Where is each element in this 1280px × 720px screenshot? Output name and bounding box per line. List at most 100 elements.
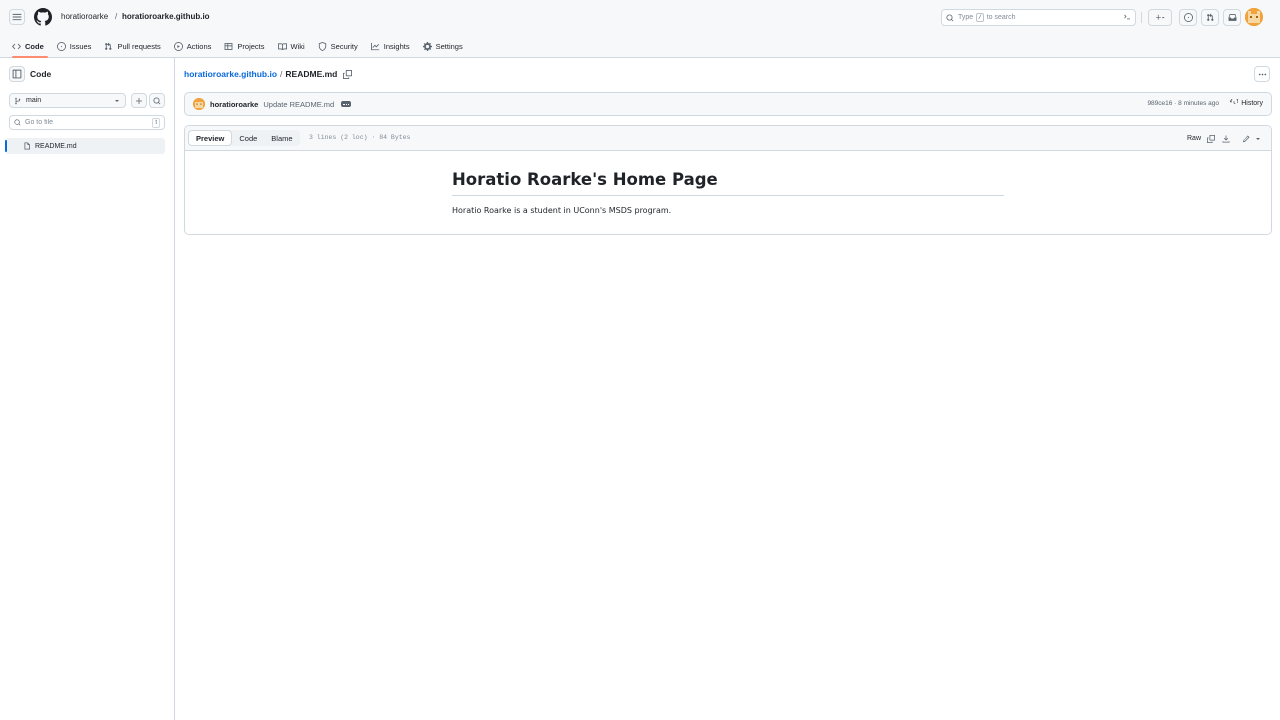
user-avatar[interactable] xyxy=(1245,8,1263,26)
search-icon xyxy=(14,119,21,126)
branch-selector[interactable]: main xyxy=(9,93,126,108)
gear-icon xyxy=(422,41,432,51)
tab-wiki[interactable]: Wiki xyxy=(277,34,311,58)
git-pull-request-icon xyxy=(104,42,113,51)
commit-author-avatar[interactable] xyxy=(193,98,205,110)
history-button[interactable]: History xyxy=(1230,99,1263,107)
github-logo-icon[interactable] xyxy=(34,8,52,26)
raw-button[interactable]: Raw xyxy=(1183,132,1205,145)
search-files-button[interactable] xyxy=(149,93,165,108)
sidebar-collapse-icon xyxy=(12,69,22,79)
preview-tab[interactable]: Preview xyxy=(188,130,233,146)
edit-options-button[interactable] xyxy=(1253,132,1263,145)
inbox-button[interactable] xyxy=(1223,9,1241,26)
git-pull-request-icon xyxy=(1206,13,1213,21)
expand-commit-button[interactable] xyxy=(341,101,352,107)
tab-issues-label: Issues xyxy=(69,41,92,51)
readme-heading: Horatio Roarke's Home Page xyxy=(452,170,1004,196)
view-mode-toggle: Preview Code Blame xyxy=(188,130,300,146)
issue-opened-icon xyxy=(1183,13,1193,22)
tab-issues[interactable]: Issues xyxy=(56,34,98,58)
tab-insights[interactable]: Insights xyxy=(370,34,416,58)
create-new-button[interactable] xyxy=(1148,9,1172,26)
shield-icon xyxy=(318,41,327,51)
latest-commit-bar: horatioroarke Update README.md 989ce16 ·… xyxy=(184,92,1272,116)
tab-projects[interactable]: Projects xyxy=(224,34,270,58)
file-tree-sidebar: Code main t README.md xyxy=(0,58,175,720)
breadcrumb-separator: / xyxy=(115,12,118,21)
tab-pull-requests-label: Pull requests xyxy=(117,41,161,51)
graph-icon xyxy=(370,42,380,51)
triangle-down-icon xyxy=(1256,137,1260,140)
go-to-file-field[interactable]: t xyxy=(9,115,165,130)
app-header: horatioroarke / horatioroarke.github.io … xyxy=(0,0,1280,58)
blame-tab[interactable]: Blame xyxy=(264,130,299,146)
triangle-down-icon xyxy=(113,97,121,105)
tab-insights-label: Insights xyxy=(383,41,410,51)
repo-link[interactable]: horatioroarke.github.io xyxy=(122,12,210,21)
inbox-icon xyxy=(1228,14,1236,21)
breadcrumb-repo-link[interactable]: horatioroarke.github.io xyxy=(184,69,277,79)
edit-file-button[interactable] xyxy=(1239,132,1252,145)
add-file-button[interactable] xyxy=(131,93,147,108)
copy-raw-button[interactable] xyxy=(1204,132,1217,145)
table-icon xyxy=(224,42,233,51)
pull-requests-button[interactable] xyxy=(1201,9,1219,26)
commit-meta[interactable]: 989ce16 · 8 minutes ago xyxy=(1147,100,1219,107)
plus-dropdown-icon xyxy=(1155,14,1165,20)
tab-settings-label: Settings xyxy=(435,41,463,51)
hamburger-icon xyxy=(12,13,22,21)
play-icon xyxy=(173,41,183,51)
search-placeholder: Type / to search xyxy=(958,13,1016,22)
file-info: 3 lines (2 loc) · 84 Bytes xyxy=(309,134,411,141)
file-icon xyxy=(23,142,31,150)
pencil-icon xyxy=(1242,135,1249,142)
code-tab[interactable]: Code xyxy=(232,130,264,146)
global-bar: horatioroarke / horatioroarke.github.io … xyxy=(0,0,1280,34)
tab-settings[interactable]: Settings xyxy=(422,34,469,58)
tree-item-label: README.md xyxy=(35,142,77,150)
readme-content: Horatio Roarke's Home Page Horatio Roark… xyxy=(452,170,1004,215)
search-icon xyxy=(946,14,954,22)
owner-link[interactable]: horatioroarke xyxy=(61,12,108,21)
code-icon xyxy=(12,42,21,51)
command-palette-icon[interactable] xyxy=(1123,13,1131,21)
issues-button[interactable] xyxy=(1179,9,1197,26)
tab-projects-label: Projects xyxy=(237,41,265,51)
git-branch-icon xyxy=(14,97,22,105)
menu-button[interactable] xyxy=(9,9,25,25)
search-input[interactable]: Type / to search xyxy=(941,9,1136,26)
tab-actions[interactable]: Actions xyxy=(173,34,218,58)
tab-actions-label: Actions xyxy=(186,41,212,51)
collapse-sidebar-button[interactable] xyxy=(9,66,25,82)
download-icon xyxy=(1222,135,1229,142)
shortcut-key: t xyxy=(152,118,160,128)
plus-icon xyxy=(136,97,142,104)
download-button[interactable] xyxy=(1219,132,1232,145)
more-options-button[interactable] xyxy=(1254,66,1270,82)
tab-pull-requests[interactable]: Pull requests xyxy=(104,34,166,58)
history-icon xyxy=(1230,99,1239,107)
history-label: History xyxy=(1241,99,1263,107)
go-to-file-input[interactable] xyxy=(25,119,145,126)
tab-wiki-label: Wiki xyxy=(290,41,305,51)
tree-item-readme[interactable]: README.md xyxy=(5,138,165,154)
copy-icon xyxy=(1206,134,1215,143)
file-toolbar: Preview Code Blame 3 lines (2 loc) · 84 … xyxy=(185,126,1271,151)
sidebar-title: Code xyxy=(30,69,52,79)
commit-message[interactable]: Update README.md xyxy=(263,100,334,109)
file-breadcrumb: horatioroarke.github.io / README.md xyxy=(184,67,353,81)
tab-security[interactable]: Security xyxy=(318,34,364,58)
tab-security-label: Security xyxy=(330,41,358,51)
tab-code[interactable]: Code xyxy=(12,34,50,58)
breadcrumb-file-name: README.md xyxy=(285,69,338,79)
breadcrumb-separator: / xyxy=(280,69,283,79)
branch-name: main xyxy=(26,97,42,104)
readme-paragraph: Horatio Roarke is a student in UConn's M… xyxy=(452,206,672,215)
search-icon xyxy=(153,97,161,104)
copy-icon[interactable] xyxy=(343,69,353,79)
commit-author[interactable]: horatioroarke xyxy=(210,100,258,109)
header-divider xyxy=(1141,12,1142,23)
kebab-horizontal-icon xyxy=(1258,73,1266,75)
book-icon xyxy=(277,42,287,51)
